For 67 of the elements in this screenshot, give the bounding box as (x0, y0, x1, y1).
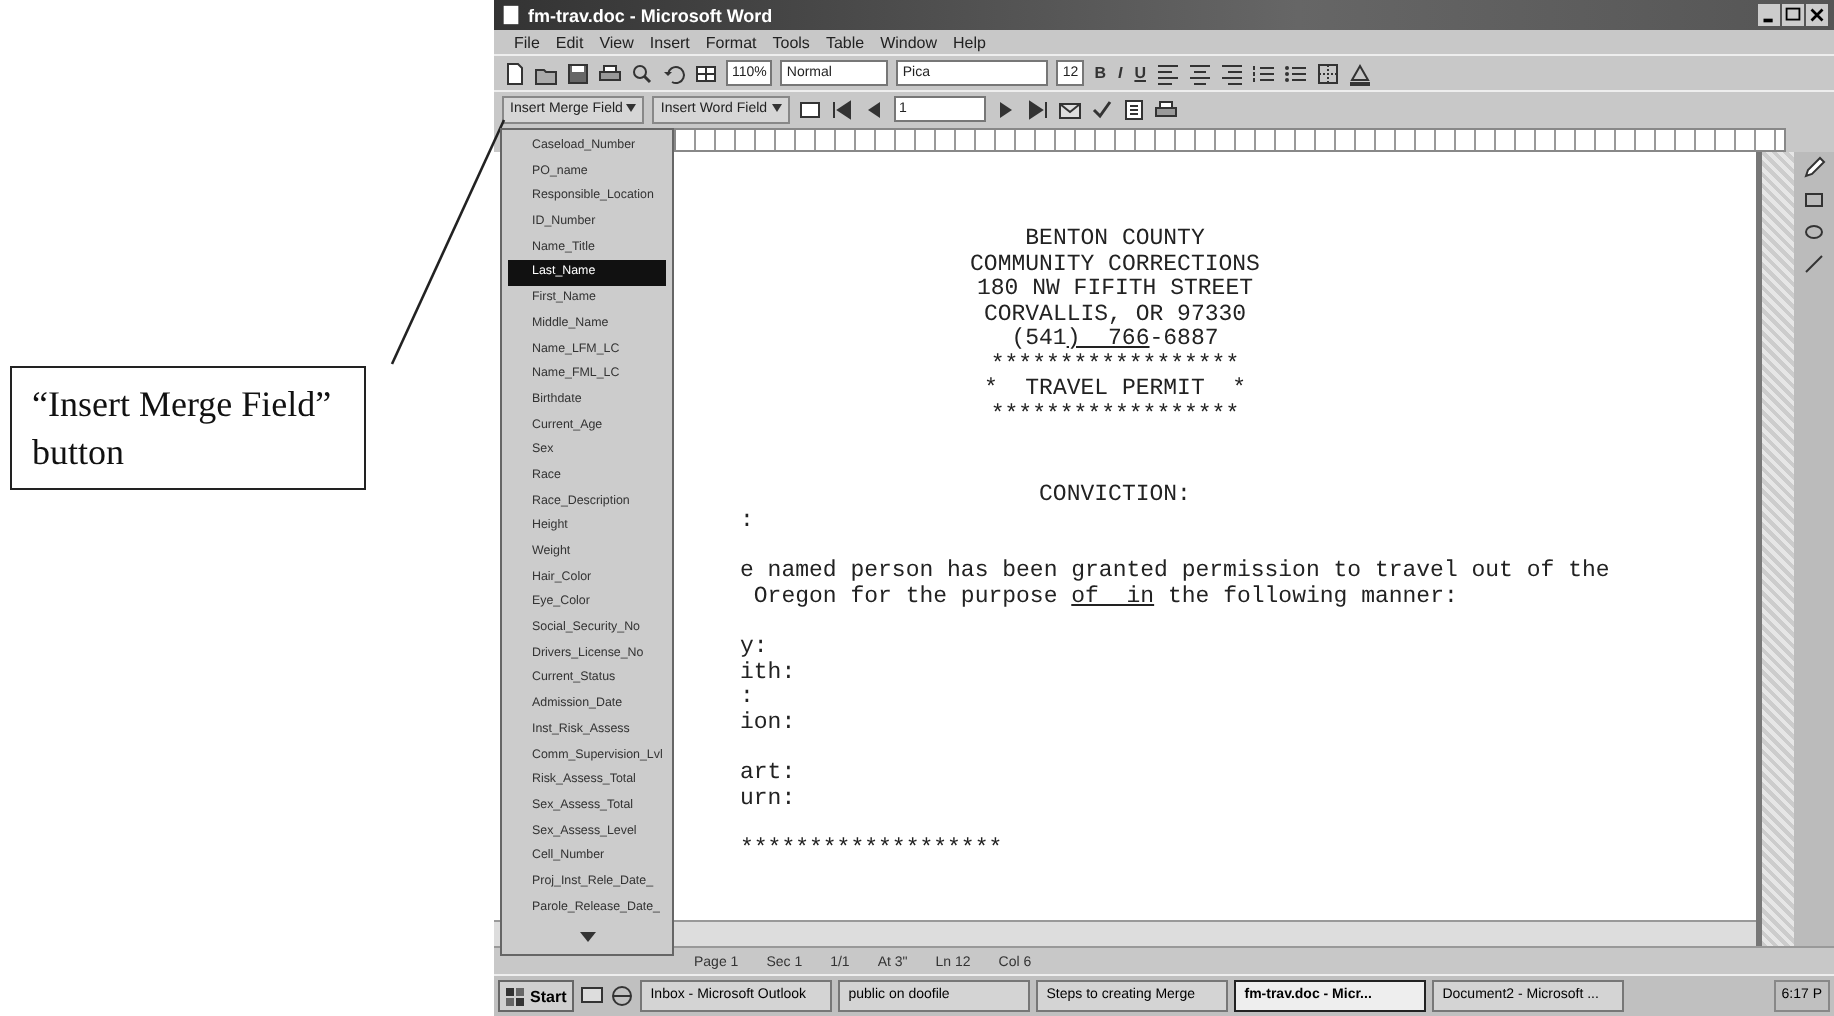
menu-item[interactable]: File (514, 33, 540, 51)
mail-merge-icon[interactable] (1057, 97, 1081, 121)
undo-icon[interactable] (662, 61, 686, 85)
document-line: ****************** (988, 403, 1242, 428)
document-line: : (740, 686, 754, 711)
document-line: 180 NW FIFITH STREET (974, 278, 1256, 303)
document-line: : (740, 509, 754, 534)
document-line: ith: (740, 661, 796, 686)
menu-item[interactable]: View (599, 33, 634, 51)
align-right-icon[interactable] (1219, 61, 1244, 85)
menu-item[interactable]: Insert (649, 33, 690, 51)
document-line: BENTON COUNTY (1023, 228, 1207, 253)
document-line: urn: (740, 787, 796, 812)
first-record-icon[interactable] (829, 97, 853, 121)
document-line: ion: (740, 711, 796, 736)
align-left-icon[interactable] (1155, 61, 1180, 85)
document-line: e named person has been granted permission to travel out of the (740, 560, 1610, 585)
desktop-icon[interactable] (580, 984, 605, 1008)
window-title: fm-trav.doc - Microsoft Word (528, 5, 773, 25)
document-line: ****************** (988, 353, 1242, 377)
border-icon[interactable] (1315, 61, 1340, 85)
printer-icon[interactable] (598, 61, 622, 85)
document-line: art: (740, 762, 796, 787)
numbered-list-icon[interactable] (1251, 61, 1276, 85)
pencil-icon[interactable] (1802, 156, 1826, 180)
underline-button[interactable]: U (1132, 64, 1148, 82)
document-icon[interactable] (500, 4, 522, 26)
section-heading: CONVICTION: (1037, 484, 1193, 509)
document-line: Oregon for the purpose of in the following manner: (751, 585, 1458, 610)
last-record-icon[interactable] (1025, 97, 1049, 121)
document-line: * TRAVEL PERMIT * (981, 378, 1249, 403)
scroll-down-icon[interactable] (579, 932, 595, 942)
blank-page-icon[interactable] (502, 61, 526, 85)
merge-to-document-icon[interactable] (1121, 97, 1145, 121)
document-line: y: (740, 636, 768, 661)
check-errors-icon[interactable] (1089, 97, 1113, 121)
menu-item[interactable]: Edit (555, 33, 584, 51)
windows-flag-icon (506, 987, 526, 1005)
menu-item[interactable]: Help (953, 33, 986, 51)
magnifier-icon[interactable] (630, 61, 654, 85)
callout-label: “Insert Merge Field” button (10, 366, 366, 490)
table-grid-icon[interactable] (694, 61, 718, 85)
menu-item[interactable]: Format (705, 33, 757, 51)
menu-item[interactable]: Tools (772, 33, 810, 51)
menu-item[interactable]: Table (825, 33, 865, 51)
browser-icon[interactable] (610, 984, 635, 1008)
close-icon[interactable] (1806, 4, 1828, 26)
line-icon[interactable] (1802, 252, 1826, 276)
bulleted-list-icon[interactable] (1283, 61, 1308, 85)
merge-to-printer-icon[interactable] (1153, 97, 1177, 121)
minimize-icon[interactable] (1758, 4, 1780, 26)
rectangle-icon[interactable] (1802, 188, 1826, 212)
maximize-icon[interactable] (1782, 4, 1804, 26)
vertical-scrollbar[interactable] (1756, 152, 1794, 946)
menu-item[interactable]: Window (880, 33, 938, 51)
document-line: CORVALLIS, OR 97330 (981, 303, 1249, 327)
caret-icon (626, 103, 637, 111)
start-button[interactable]: Start (498, 980, 575, 1012)
caret-icon (771, 103, 781, 111)
document-line: ******************* (740, 838, 1003, 863)
italic-button[interactable]: I (1115, 64, 1125, 82)
document-line: (541) 766-6887 (1009, 328, 1221, 353)
align-center-icon[interactable] (1187, 61, 1212, 85)
document-line: COMMUNITY CORRECTIONS (968, 253, 1262, 278)
font-color-icon[interactable] (1347, 61, 1372, 85)
bold-button[interactable]: B (1092, 64, 1108, 82)
oval-icon[interactable] (1802, 220, 1826, 244)
